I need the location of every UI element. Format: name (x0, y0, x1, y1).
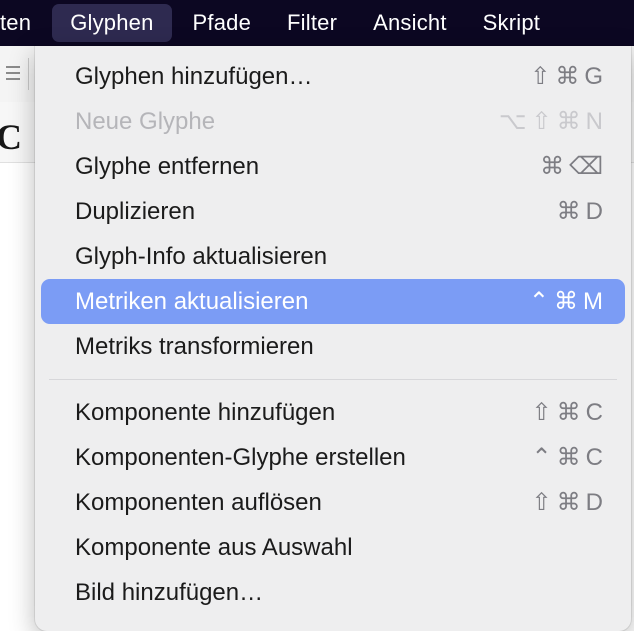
menu-item-label: Neue Glyphe (75, 108, 499, 136)
menu-item-label: Glyph-Info aktualisieren (75, 243, 603, 271)
menu-bar-item-ansicht[interactable]: Ansicht (355, 0, 465, 46)
glyphen-menu-dropdown: Glyphen hinzufügen… ⇧ ⌘ G Neue Glyphe ⌥ … (35, 46, 631, 631)
menu-item-label: Komponente hinzufügen (75, 399, 532, 427)
menu-item-shortcut: ⌃ ⌘ C (532, 443, 603, 472)
glyph-cell: C (0, 116, 22, 158)
menu-item-new-glyph: Neue Glyphe ⌥ ⇧ ⌘ N (35, 99, 631, 144)
menu-item-shortcut: ⌘ ⌫ (540, 152, 603, 181)
menu-item-create-component-glyph[interactable]: Komponenten-Glyphe erstellen ⌃ ⌘ C (35, 435, 631, 480)
list-icon (0, 58, 29, 90)
menu-bar-item[interactable]: ten (0, 0, 49, 46)
menu-separator (49, 379, 617, 380)
menu-item-label: Komponenten auflösen (75, 489, 532, 517)
menu-item-remove-glyph[interactable]: Glyphe entfernen ⌘ ⌫ (35, 144, 631, 189)
menu-item-transform-metrics[interactable]: Metriks transformieren (35, 324, 631, 369)
menu-item-shortcut: ⇧ ⌘ G (530, 62, 603, 91)
menu-item-shortcut: ⌃ ⌘ M (529, 287, 603, 316)
menu-item-duplicate[interactable]: Duplizieren ⌘ D (35, 189, 631, 234)
menu-item-shortcut: ⇧ ⌘ D (532, 488, 603, 517)
menu-item-update-glyph-info[interactable]: Glyph-Info aktualisieren (35, 234, 631, 279)
menu-item-add-image[interactable]: Bild hinzufügen… (35, 570, 631, 615)
menu-item-update-metrics[interactable]: Metriken aktualisieren ⌃ ⌘ M (41, 279, 625, 324)
menu-item-glyphs-add[interactable]: Glyphen hinzufügen… ⇧ ⌘ G (35, 54, 631, 99)
menu-item-label: Komponente aus Auswahl (75, 534, 603, 562)
menu-bar-item-skript[interactable]: Skript (465, 0, 540, 46)
menu-bar-item-filter[interactable]: Filter (269, 0, 355, 46)
menu-item-label: Duplizieren (75, 198, 557, 226)
menu-item-decompose-components[interactable]: Komponenten auflösen ⇧ ⌘ D (35, 480, 631, 525)
menu-item-shortcut: ⌥ ⇧ ⌘ N (499, 107, 603, 136)
menu-bar: ten Glyphen Pfade Filter Ansicht Skript (0, 0, 634, 46)
menu-item-shortcut: ⌘ D (557, 197, 603, 226)
menu-item-label: Metriks transformieren (75, 333, 603, 361)
menu-item-add-component[interactable]: Komponente hinzufügen ⇧ ⌘ C (35, 390, 631, 435)
menu-item-label: Glyphe entfernen (75, 153, 540, 181)
menu-item-component-from-selection[interactable]: Komponente aus Auswahl (35, 525, 631, 570)
menu-bar-item-pfade[interactable]: Pfade (175, 0, 270, 46)
menu-item-label: Komponenten-Glyphe erstellen (75, 444, 532, 472)
menu-item-label: Bild hinzufügen… (75, 579, 603, 607)
menu-bar-item-glyphen[interactable]: Glyphen (52, 4, 171, 42)
menu-item-shortcut: ⇧ ⌘ C (532, 398, 603, 427)
menu-item-label: Glyphen hinzufügen… (75, 63, 530, 91)
menu-item-label: Metriken aktualisieren (75, 288, 529, 316)
